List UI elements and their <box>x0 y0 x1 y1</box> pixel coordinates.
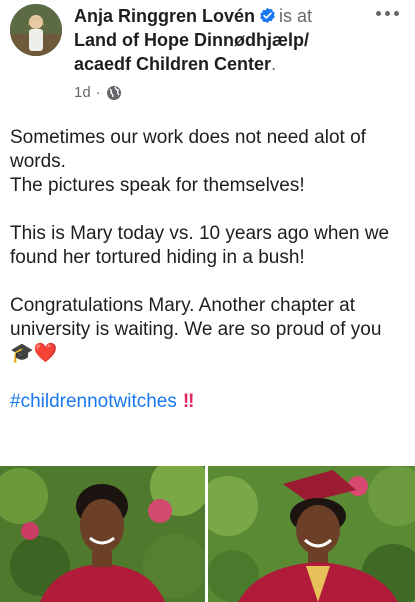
more-options-icon[interactable] <box>370 0 404 26</box>
location-suffix: . <box>271 54 277 74</box>
post-line: This is Mary today vs. 10 years ago when… <box>10 223 390 268</box>
is-at-text: is at <box>279 6 313 26</box>
avatar-image <box>10 4 62 56</box>
photo-grid <box>0 466 415 602</box>
photo-image <box>208 466 415 602</box>
post-header-text: Anja Ringgren Lovén is at Land of Hope Di… <box>74 4 364 76</box>
post-timestamp[interactable]: 1d <box>74 84 91 101</box>
avatar[interactable] <box>10 4 62 56</box>
post-body: Sometimes our work does not need alot of… <box>10 126 410 414</box>
graduation-heart-emoji: 🎓❤️ <box>10 343 58 364</box>
post-line: Congratulations Mary. Another chapter at… <box>10 294 410 366</box>
photo-image <box>0 466 205 602</box>
author-name[interactable]: Anja Ringgren Lovén <box>74 6 255 26</box>
post-header: Anja Ringgren Lovén is at Land of Hope Di… <box>0 0 415 112</box>
post-meta: 1d · <box>74 84 122 101</box>
double-exclamation-emoji: ‼ <box>182 391 195 412</box>
post-line: Sometimes our work does not need alot of… <box>10 127 366 172</box>
hashtag-link[interactable]: #childrennotwitches <box>10 391 177 412</box>
photo-mary-graduation[interactable] <box>208 466 415 602</box>
verified-badge-icon <box>260 7 275 24</box>
post-line-text: Congratulations Mary. Another chapter at… <box>10 295 382 340</box>
post-line: The pictures speak for themselves! <box>10 175 305 196</box>
globe-icon <box>106 85 121 100</box>
photo-mary-then[interactable] <box>0 466 205 602</box>
